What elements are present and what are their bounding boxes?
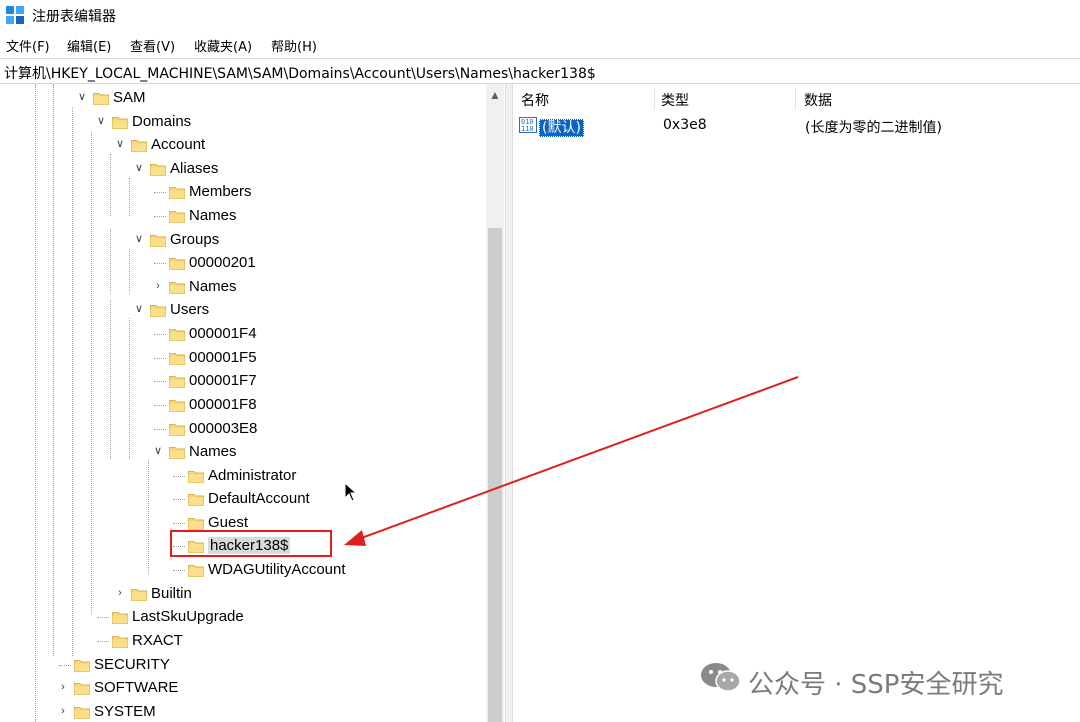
watermark: 公众号 · SSP安全研究 <box>700 660 1060 700</box>
mouse-cursor-icon <box>344 482 358 502</box>
annotation-arrow <box>344 376 799 546</box>
wechat-icon <box>701 663 741 692</box>
watermark-text: 公众号 · SSP安全研究 <box>748 670 1004 700</box>
